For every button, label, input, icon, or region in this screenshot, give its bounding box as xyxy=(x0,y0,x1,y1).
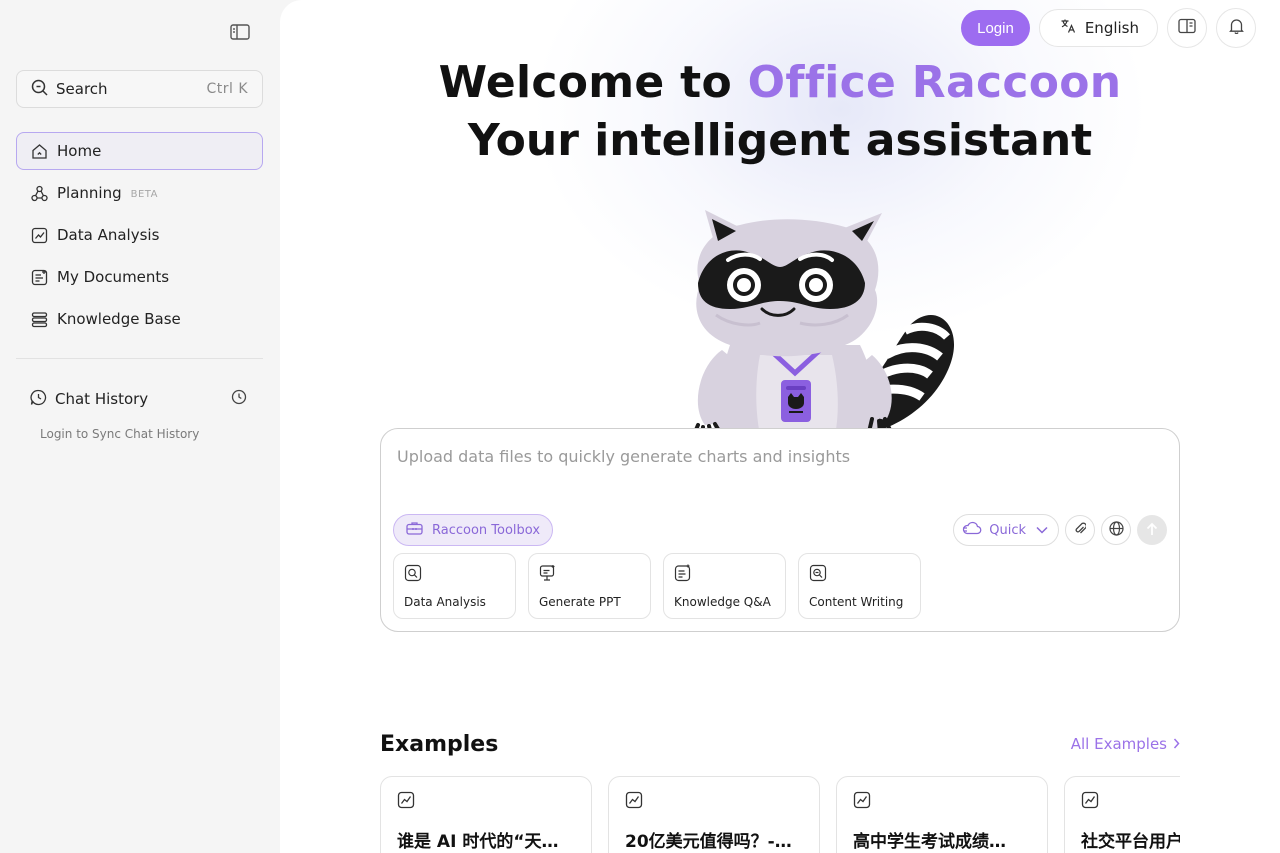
raccoon-toolbox-button[interactable]: Raccoon Toolbox xyxy=(393,514,554,546)
mode-select[interactable]: Quick xyxy=(953,514,1059,546)
example-title: 社交平台用户 xyxy=(1081,832,1180,852)
quick-action-label: Generate PPT xyxy=(539,595,621,609)
data-search-icon xyxy=(404,564,422,586)
attach-file-button[interactable] xyxy=(1065,515,1095,545)
arrow-up-icon xyxy=(1146,521,1158,540)
chat-history-login-hint: Login to Sync Chat History xyxy=(40,427,200,441)
example-card[interactable]: 20亿美元值得吗？-… xyxy=(608,776,820,853)
example-card[interactable]: 高中学生考试成绩… xyxy=(836,776,1048,853)
beta-badge: BETA xyxy=(130,188,158,200)
language-label: English xyxy=(1084,19,1139,37)
knowledge-icon xyxy=(674,564,692,586)
chat-history-icon xyxy=(30,389,47,410)
search-button[interactable]: Search Ctrl K xyxy=(16,70,263,108)
sidebar-item-label: Planning xyxy=(57,184,122,202)
all-examples-link[interactable]: All Examples xyxy=(1071,735,1180,753)
sidebar-item-my-documents[interactable]: My Documents xyxy=(16,258,263,296)
example-card[interactable]: 社交平台用户 xyxy=(1064,776,1180,853)
hero-brand: Office Raccoon xyxy=(747,57,1122,108)
quick-action-cards: Data Analysis Generate PPT Knowledge Q&A… xyxy=(393,553,921,619)
hero-prefix: Welcome to xyxy=(438,57,748,108)
search-icon xyxy=(31,79,48,100)
chart-icon xyxy=(31,227,48,244)
examples-list: 谁是 AI 时代的“天… 20亿美元值得吗？-… 高中学生考试成绩… 社交平台用… xyxy=(380,776,1180,853)
hero-heading: Welcome to Office Raccoon Your intellige… xyxy=(280,54,1280,170)
paperclip-icon xyxy=(1074,521,1087,540)
quick-action-data-analysis[interactable]: Data Analysis xyxy=(393,553,516,619)
example-title: 谁是 AI 时代的“天… xyxy=(397,832,559,852)
quick-action-label: Data Analysis xyxy=(404,595,486,609)
mode-label: Quick xyxy=(989,522,1026,538)
sidebar-item-label: Home xyxy=(57,142,102,160)
translate-icon xyxy=(1060,18,1076,38)
chart-icon xyxy=(625,791,643,813)
chevron-right-icon xyxy=(1173,735,1180,753)
sidebar-toggle-icon[interactable] xyxy=(228,21,252,43)
all-examples-label: All Examples xyxy=(1070,735,1167,753)
quick-action-content-writing[interactable]: Content Writing xyxy=(798,553,921,619)
sidebar-item-label: Data Analysis xyxy=(57,226,160,244)
sidebar-item-label: My Documents xyxy=(57,268,170,286)
chat-history-label: Chat History xyxy=(55,390,149,408)
examples-title: Examples xyxy=(380,732,499,757)
send-button[interactable] xyxy=(1137,515,1167,545)
quick-action-label: Knowledge Q&A xyxy=(674,595,771,609)
chart-icon xyxy=(853,791,871,813)
globe-icon xyxy=(1108,520,1124,540)
composer-actions: Quick xyxy=(953,514,1167,546)
chevron-down-icon xyxy=(1036,523,1048,538)
home-icon xyxy=(31,143,48,160)
toolbox-icon xyxy=(406,521,423,539)
planning-icon xyxy=(31,185,48,202)
prompt-composer: Raccoon Toolbox Quick xyxy=(380,428,1180,632)
login-button[interactable]: Login xyxy=(961,10,1030,46)
quick-action-knowledge-qa[interactable]: Knowledge Q&A xyxy=(663,553,786,619)
sidebar-item-data-analysis[interactable]: Data Analysis xyxy=(16,216,263,254)
notifications-button[interactable] xyxy=(1216,8,1256,48)
database-icon xyxy=(31,311,48,328)
sidebar: Search Ctrl K Home Planning BETA Data An… xyxy=(0,0,280,853)
web-search-button[interactable] xyxy=(1101,515,1131,545)
clock-icon[interactable] xyxy=(231,389,247,409)
hero-line-2: Your intelligent assistant xyxy=(467,115,1093,166)
language-button[interactable]: English xyxy=(1038,9,1158,47)
bell-icon xyxy=(1228,18,1244,38)
sidebar-nav: Home Planning BETA Data Analysis My Docu… xyxy=(16,132,263,342)
example-title: 高中学生考试成绩… xyxy=(853,832,1006,852)
book-icon xyxy=(1178,18,1196,38)
sidebar-item-planning[interactable]: Planning BETA xyxy=(16,174,263,212)
search-shortcut: Ctrl K xyxy=(206,81,248,97)
document-icon xyxy=(31,269,48,286)
cloud-icon xyxy=(962,521,982,539)
main-panel: Login English Welcome to Office Raccoon … xyxy=(280,0,1280,853)
quick-action-generate-ppt[interactable]: Generate PPT xyxy=(528,553,651,619)
toolbox-label: Raccoon Toolbox xyxy=(432,522,541,538)
sidebar-item-knowledge-base[interactable]: Knowledge Base xyxy=(16,300,263,338)
hero-line-1: Welcome to Office Raccoon xyxy=(280,54,1280,112)
quick-action-label: Content Writing xyxy=(809,595,904,609)
presentation-icon xyxy=(539,565,557,586)
example-card[interactable]: 谁是 AI 时代的“天… xyxy=(380,776,592,853)
search-label: Search xyxy=(56,80,108,98)
writing-icon xyxy=(809,564,827,586)
chart-icon xyxy=(1081,791,1099,813)
guide-book-button[interactable] xyxy=(1167,8,1207,48)
raccoon-mascot-illustration xyxy=(691,210,955,442)
top-bar: Login English xyxy=(961,8,1256,48)
sidebar-item-home[interactable]: Home xyxy=(16,132,263,170)
sidebar-divider xyxy=(16,358,263,359)
sidebar-item-label: Knowledge Base xyxy=(57,310,181,328)
chart-icon xyxy=(397,791,415,813)
example-title: 20亿美元值得吗？-… xyxy=(625,832,792,852)
prompt-input[interactable] xyxy=(397,447,1137,466)
chat-history-header[interactable]: Chat History xyxy=(30,388,247,410)
